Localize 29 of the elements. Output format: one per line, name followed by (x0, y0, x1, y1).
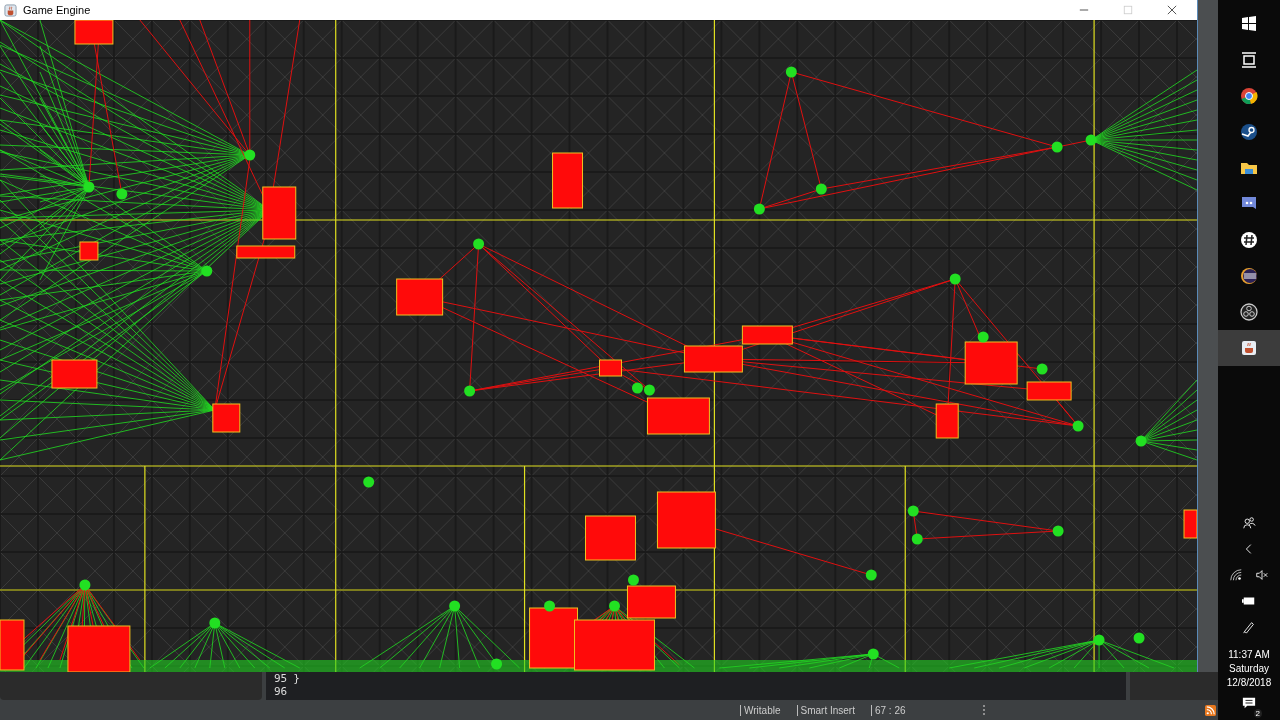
more-icon[interactable] (981, 704, 986, 716)
clock[interactable]: 11:37 AM Saturday 12/8/2018 (1226, 648, 1272, 690)
notification-count: 2 (1253, 709, 1262, 718)
notification-icon[interactable] (1242, 696, 1256, 710)
windows-logo-icon[interactable] (1239, 14, 1259, 34)
status-item: Smart Insert (796, 704, 863, 716)
status-item: 67 : 26 (870, 704, 914, 716)
window-title: Game Engine (23, 4, 91, 16)
ide-icon[interactable] (1239, 266, 1259, 286)
pen-icon[interactable] (1242, 620, 1256, 634)
people-icon[interactable] (1242, 516, 1256, 530)
line-number: 96 (274, 685, 288, 698)
clock-day: Saturday (1229, 662, 1269, 676)
coffee-cup-icon (4, 3, 17, 17)
wifi-icon[interactable] (1229, 568, 1243, 582)
muted-speaker-icon[interactable] (1255, 568, 1269, 582)
hash-icon[interactable] (1239, 230, 1259, 250)
clock-date: 12/8/2018 (1226, 676, 1272, 690)
game-launcher-icon[interactable] (1239, 122, 1259, 142)
code-line: } (293, 672, 300, 685)
coffee-cup-icon[interactable] (1239, 338, 1259, 358)
rss-icon[interactable] (1205, 704, 1216, 716)
status-item: Writable (740, 704, 789, 716)
browser-icon[interactable] (1239, 86, 1259, 106)
task-view-icon[interactable] (1239, 50, 1259, 70)
close-icon[interactable] (1167, 5, 1177, 15)
clock-time: 11:37 AM (1228, 648, 1270, 662)
line-number: 95 (274, 672, 288, 685)
recorder-icon[interactable] (1239, 302, 1259, 322)
